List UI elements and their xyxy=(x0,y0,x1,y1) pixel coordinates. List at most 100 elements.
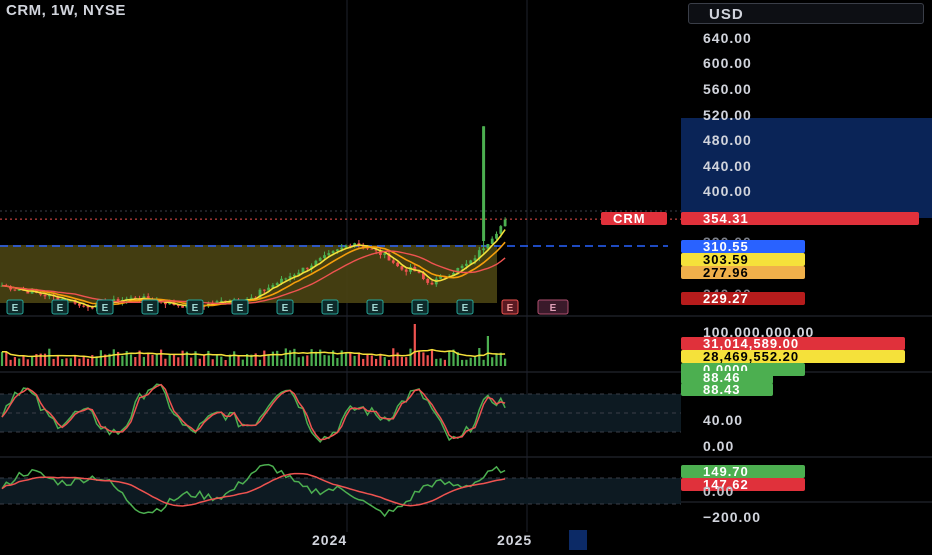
volume-bar xyxy=(375,358,378,366)
volume-bar xyxy=(151,354,154,366)
volume-bar xyxy=(263,350,266,366)
earnings-marker-label: E xyxy=(147,303,154,314)
earnings-marker-label: E xyxy=(192,303,199,314)
volume-bar xyxy=(9,359,12,366)
candle-body xyxy=(82,305,86,307)
volume-bar xyxy=(271,351,274,366)
volume-bar xyxy=(336,357,339,366)
candle-body xyxy=(129,297,133,299)
candle-body xyxy=(486,243,490,249)
volume-bar xyxy=(258,359,262,366)
volume-bar xyxy=(134,356,137,366)
earnings-marker-label: E xyxy=(462,303,469,314)
volume-bar xyxy=(31,356,34,366)
volume-bar xyxy=(211,359,214,366)
candle-body xyxy=(404,269,408,272)
volume-bar xyxy=(18,358,21,366)
volume-bar xyxy=(121,355,124,366)
time-label-2025: 2025 xyxy=(497,532,533,548)
volume-bar xyxy=(418,351,421,366)
volume-bar xyxy=(297,357,300,366)
candle-body xyxy=(503,219,507,227)
candle-body xyxy=(275,283,279,286)
volume-bar xyxy=(478,348,481,366)
currency-selector[interactable]: USD xyxy=(688,3,924,24)
volume-bar xyxy=(82,356,85,366)
ma-badge-red: 229.27 xyxy=(681,292,805,305)
chart-stage[interactable]: E E E E E E E E E E E E E CRM, 1W, NYSE USD 640.00 6… xyxy=(0,0,932,550)
price-tick: 560.00 xyxy=(703,81,752,97)
candle-body xyxy=(430,282,434,285)
currency-label: USD xyxy=(709,6,744,23)
earnings-marker-label: E xyxy=(102,303,109,314)
volume-bar xyxy=(435,358,438,366)
volume-bar xyxy=(439,358,442,366)
volume-bar xyxy=(26,359,29,366)
candle-body xyxy=(78,303,81,306)
volume-bar xyxy=(241,359,244,366)
volume-bar xyxy=(362,358,365,366)
earnings-marker-label: E xyxy=(282,303,289,314)
volume-bar xyxy=(48,348,51,366)
spike-candle xyxy=(482,126,486,241)
candle-body xyxy=(305,267,309,269)
volume-bar xyxy=(409,348,412,366)
volume-bar xyxy=(280,358,283,366)
candle-body xyxy=(43,294,47,297)
candle-body xyxy=(181,305,184,308)
volume-bar xyxy=(224,359,227,366)
candle-body xyxy=(17,289,21,291)
time-axis-highlight xyxy=(569,530,587,550)
volume-bar xyxy=(99,350,102,366)
volume-bar xyxy=(155,354,158,366)
candle-body xyxy=(262,289,266,291)
candle-body xyxy=(284,278,288,280)
volume-bar xyxy=(310,349,313,366)
volume-bar xyxy=(233,351,236,366)
volume-bar xyxy=(74,356,77,366)
volume-bar xyxy=(237,356,240,366)
price-tick: 400.00 xyxy=(703,183,752,199)
earnings-marker-label: E xyxy=(417,303,424,314)
rsi-tick: 40.00 xyxy=(703,412,744,428)
volume-bar xyxy=(56,355,59,366)
volume-bar xyxy=(267,354,270,366)
candle-body xyxy=(482,248,485,251)
volume-bar xyxy=(306,355,309,366)
volume-bar xyxy=(61,359,64,366)
volume-bar xyxy=(220,356,223,366)
cci-band xyxy=(0,478,681,504)
volume-bar xyxy=(430,349,434,366)
volume-bar xyxy=(293,348,296,366)
volume-bar xyxy=(491,357,494,366)
symbol-badge: CRM xyxy=(601,212,667,225)
rsi-tick: 0.00 xyxy=(703,438,735,454)
candle-body xyxy=(327,253,331,256)
earnings-marker-label: E xyxy=(57,303,64,314)
candle-body xyxy=(465,263,468,266)
volume-bar xyxy=(461,359,464,366)
volume-bar xyxy=(448,351,451,366)
candle-body xyxy=(400,266,404,270)
candle-body xyxy=(90,307,94,309)
volume-bar xyxy=(366,354,369,366)
volume-bar xyxy=(413,324,416,366)
volume-bar xyxy=(495,353,498,366)
candle-body xyxy=(391,260,395,263)
candle-body xyxy=(396,262,399,267)
volume-bar xyxy=(379,353,382,366)
volume-bar xyxy=(13,357,16,366)
earnings-marker-label: E xyxy=(327,303,334,314)
candle-body xyxy=(426,278,430,283)
volume-bar xyxy=(323,355,326,366)
volume-bar xyxy=(86,358,90,366)
volume-bar xyxy=(357,352,360,366)
volume-bar xyxy=(276,350,279,366)
cci-tick: −200.00 xyxy=(703,509,761,525)
volume-bar xyxy=(301,356,305,366)
volume-bar xyxy=(172,354,176,366)
candle-body xyxy=(490,238,494,244)
symbol-title[interactable]: CRM, 1W, NYSE xyxy=(6,3,126,18)
rsi-signal-badge: 88.43 xyxy=(681,383,773,396)
price-tick: 520.00 xyxy=(703,107,752,123)
